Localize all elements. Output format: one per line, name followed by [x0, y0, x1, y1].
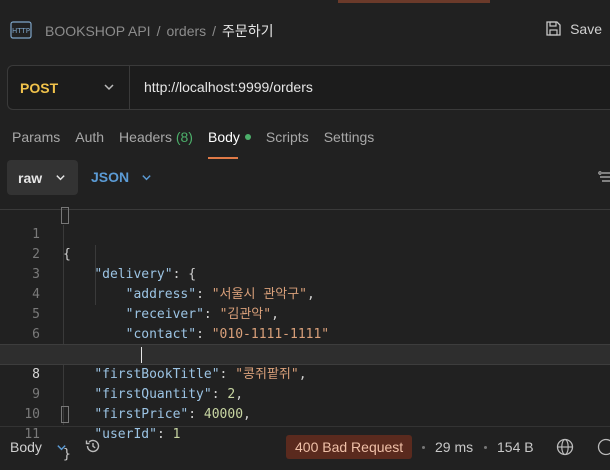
code-line: 3 "address": "서울시 관악구", — [0, 245, 610, 302]
separator-dot — [484, 446, 487, 449]
tab-settings-label: Settings — [323, 129, 375, 145]
response-status-bar: Body 400 Bad Request 29 ms 154 B — [0, 427, 610, 470]
bracket-match-highlight — [61, 406, 69, 423]
headers-count: (8) — [175, 129, 193, 145]
breadcrumb-collection[interactable]: BOOKSHOP API — [45, 23, 151, 39]
code-line: 7 "firstBookTitle": "콩쥐팥쥐", — [0, 325, 610, 382]
chevron-down-icon — [104, 84, 114, 91]
tab-params[interactable]: Params — [12, 129, 60, 145]
tab-scripts[interactable]: Scripts — [266, 129, 309, 145]
breadcrumb-folder[interactable]: orders — [166, 23, 206, 39]
breadcrumb-separator: / — [156, 23, 161, 39]
method-select[interactable]: POST — [8, 66, 130, 109]
more-options-icon[interactable] — [597, 438, 610, 456]
text-cursor — [141, 347, 142, 363]
breadcrumb: BOOKSHOP API / orders / 주문하기 — [45, 21, 274, 41]
body-mode-label: raw — [18, 169, 43, 186]
code-line: 9 "firstPrice": 40000, — [0, 365, 610, 422]
save-label: Save — [570, 20, 602, 37]
code-line: 10 "userId": 1 — [0, 385, 610, 442]
chevron-down-icon — [142, 174, 151, 180]
save-button[interactable]: Save — [545, 20, 602, 37]
request-name[interactable]: 주문하기 — [222, 21, 274, 41]
tab-scripts-label: Scripts — [265, 129, 309, 145]
response-body-label: Body — [10, 439, 42, 455]
tab-auth[interactable]: Auth — [75, 129, 104, 145]
body-language-select[interactable]: JSON — [91, 169, 152, 185]
url-bar: POST http://localhost:9999/orders — [7, 65, 610, 110]
code-editor[interactable]: 1 { 2 "delivery": { 3 "address": "서울시 관악… — [0, 205, 610, 462]
tab-body-label: Body — [207, 129, 240, 145]
response-time[interactable]: 29 ms — [435, 439, 473, 455]
method-label: POST — [20, 79, 59, 96]
code-line: 6 }, — [0, 305, 610, 362]
beautify-icon[interactable] — [598, 170, 610, 184]
code-line-current: 8 "firstQuantity": 2, — [0, 344, 610, 402]
save-icon — [546, 21, 561, 36]
chevron-down-icon — [57, 444, 66, 450]
tab-auth-label: Auth — [75, 129, 105, 145]
response-body-select[interactable]: Body — [10, 439, 67, 455]
tab-body[interactable]: Body — [207, 129, 251, 159]
status-badge[interactable]: 400 Bad Request — [286, 435, 413, 459]
code-line: 4 "receiver": "김관악", — [0, 265, 610, 322]
tab-params-label: Params — [12, 129, 61, 145]
tab-headers[interactable]: Headers (8) — [119, 129, 193, 145]
breadcrumb-separator: / — [212, 23, 217, 39]
body-language-label: JSON — [91, 169, 130, 185]
svg-text:HTTP: HTTP — [12, 27, 30, 35]
request-tabs: Params Auth Headers (8) Body Scripts Set… — [12, 129, 389, 159]
history-icon[interactable] — [84, 437, 102, 455]
code-line: 2 "delivery": { — [0, 225, 610, 282]
body-mode-select[interactable]: raw — [7, 160, 78, 195]
chevron-down-icon — [56, 175, 65, 181]
url-input[interactable]: http://localhost:9999/orders — [144, 79, 313, 95]
tab-settings[interactable]: Settings — [324, 129, 375, 145]
request-header: HTTP BOOKSHOP API / orders / 주문하기 Save — [0, 0, 610, 60]
separator-dot — [422, 446, 425, 449]
code-line: 5 "contact": "010-1111-1111" — [0, 285, 610, 342]
code-line: 11 } — [0, 405, 610, 462]
response-size[interactable]: 154 B — [497, 439, 534, 455]
body-indicator-dot — [244, 134, 251, 141]
tab-headers-label: Headers — [119, 129, 172, 145]
code-line: 1 { — [0, 205, 610, 262]
globe-icon[interactable] — [556, 438, 574, 456]
http-request-icon: HTTP — [10, 21, 32, 39]
bracket-match-highlight — [61, 207, 69, 224]
